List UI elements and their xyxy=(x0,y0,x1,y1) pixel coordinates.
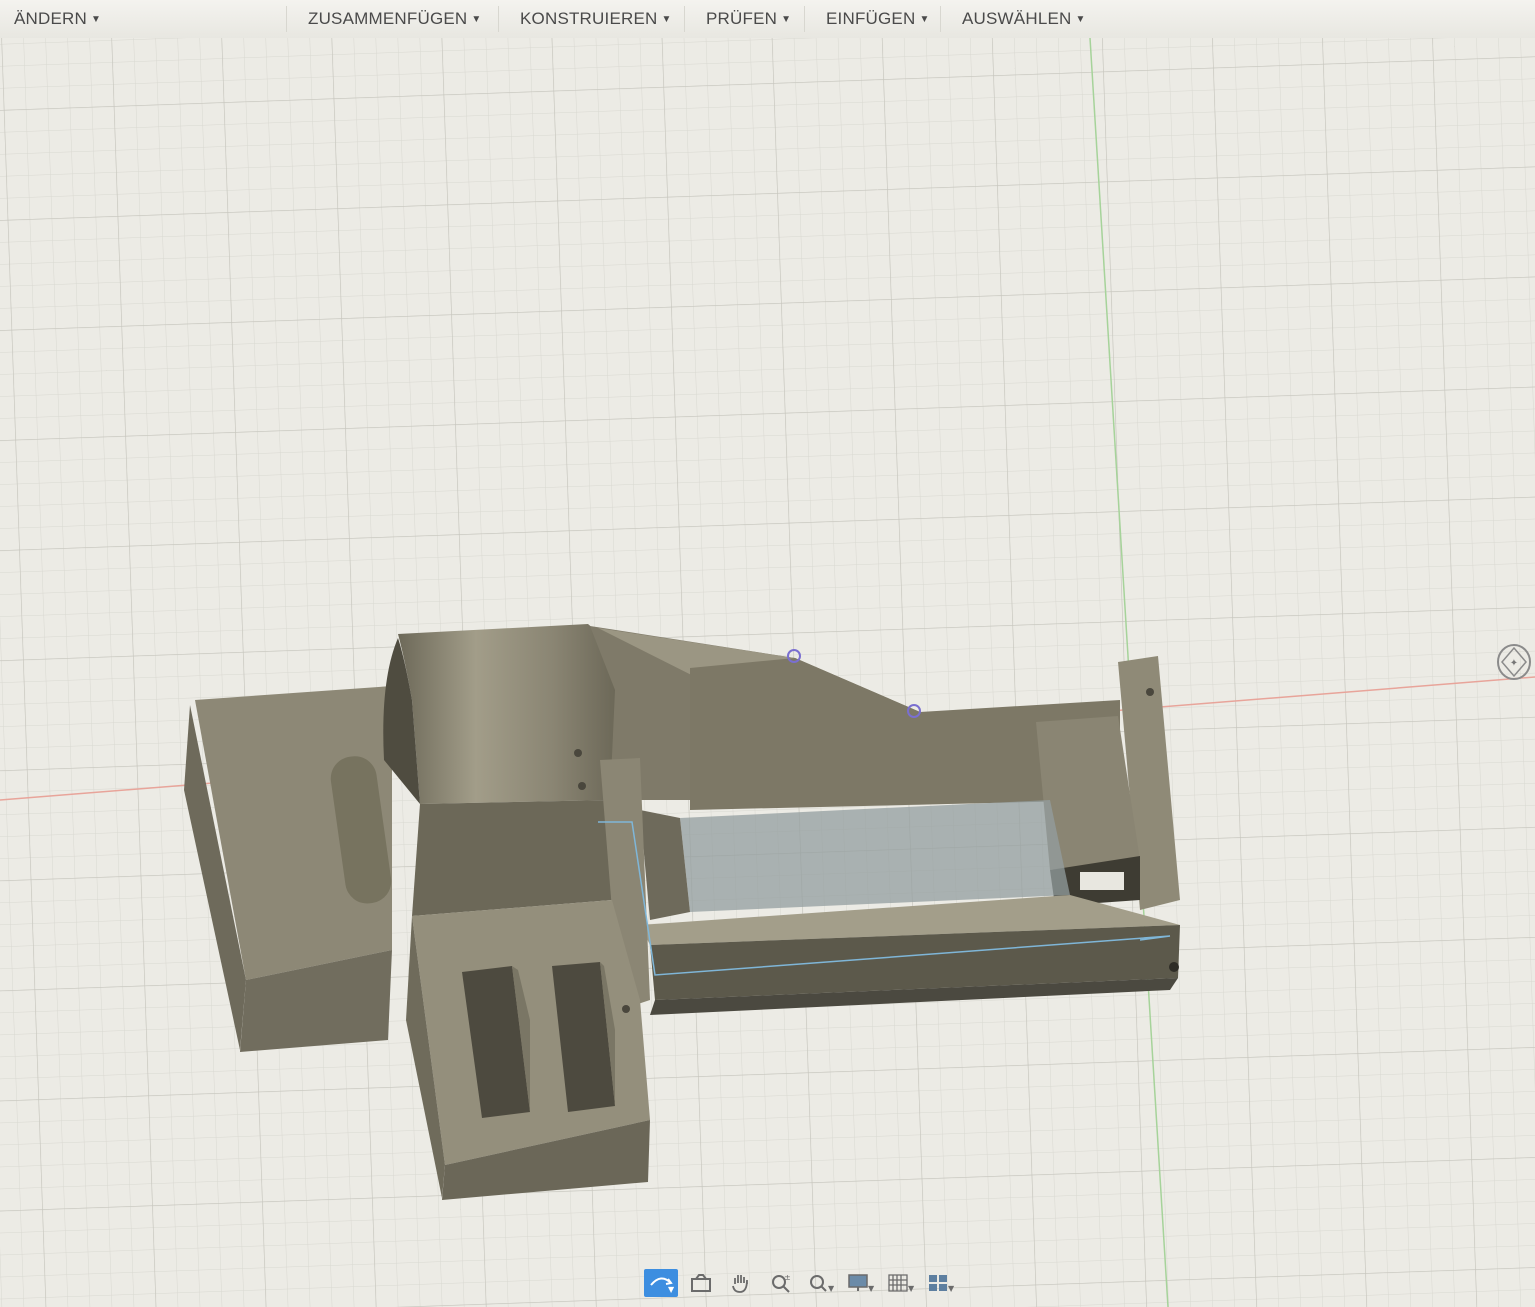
toolbar-divider xyxy=(684,6,685,32)
menu-pruefen[interactable]: PRÜFEN ▼ xyxy=(706,9,791,29)
svg-text:✦: ✦ xyxy=(1510,658,1518,669)
pan-hand-icon xyxy=(732,1275,748,1293)
toolbar-divider xyxy=(286,6,287,32)
center-block xyxy=(412,800,612,916)
grid-settings-button[interactable]: ▼ xyxy=(884,1269,918,1297)
arch-top xyxy=(398,624,620,804)
zoom-button[interactable]: ± xyxy=(764,1269,798,1297)
right-notch-light xyxy=(1080,872,1124,890)
menu-label: KONSTRUIEREN xyxy=(520,9,658,28)
svg-text:▼: ▼ xyxy=(668,1285,674,1293)
menu-label: EINFÜGEN xyxy=(826,9,916,28)
grid-settings-icon: ▼ xyxy=(888,1274,915,1293)
menu-label: PRÜFEN xyxy=(706,9,778,28)
display-settings-button[interactable]: ▼ xyxy=(844,1269,878,1297)
3d-viewport[interactable] xyxy=(0,38,1535,1307)
navigation-bar: ▼ ± ▼ ▼ ▼ ▼ xyxy=(644,1266,958,1300)
zoom-icon: ± xyxy=(772,1273,791,1293)
viewports-icon: ▼ xyxy=(929,1275,955,1293)
vertex-point[interactable] xyxy=(1146,688,1154,696)
menu-label: ÄNDERN xyxy=(14,9,87,28)
menu-zusammenfuegen[interactable]: ZUSAMMENFÜGEN ▼ xyxy=(308,9,482,29)
menu-label: ZUSAMMENFÜGEN xyxy=(308,9,468,28)
menu-einfuegen[interactable]: EINFÜGEN ▼ xyxy=(826,9,930,29)
caret-down-icon: ▼ xyxy=(661,14,672,25)
caret-down-icon: ▼ xyxy=(91,14,102,25)
orbit-button[interactable]: ▼ xyxy=(644,1269,678,1297)
toolbar-divider xyxy=(940,6,941,32)
viewcube-icon[interactable]: ✦ xyxy=(1494,640,1534,684)
vertex-point[interactable] xyxy=(578,782,586,790)
display-settings-icon: ▼ xyxy=(848,1274,875,1293)
main-toolbar: ÄNDERN ▼ ZUSAMMENFÜGEN ▼ KONSTRUIEREN ▼ PRÜ… xyxy=(0,0,1535,39)
svg-text:▼: ▼ xyxy=(908,1284,915,1293)
menu-label: AUSWÄHLEN xyxy=(962,9,1072,28)
tray-floor xyxy=(680,800,1070,912)
toolbar-divider xyxy=(804,6,805,32)
caret-down-icon: ▼ xyxy=(919,14,930,25)
menu-aendern[interactable]: ÄNDERN ▼ xyxy=(14,9,101,29)
svg-text:▼: ▼ xyxy=(828,1284,834,1293)
pan-button[interactable] xyxy=(724,1269,758,1297)
look-at-button[interactable] xyxy=(684,1269,718,1297)
svg-text:▼: ▼ xyxy=(948,1284,955,1293)
zoom-window-icon: ▼ xyxy=(810,1275,834,1293)
vertex-point[interactable] xyxy=(1169,962,1179,972)
vertex-point[interactable] xyxy=(574,749,582,757)
caret-down-icon: ▼ xyxy=(1075,14,1086,25)
caret-down-icon: ▼ xyxy=(471,14,482,25)
look-at-icon xyxy=(691,1274,711,1292)
viewports-button[interactable]: ▼ xyxy=(924,1269,958,1297)
menu-konstruieren[interactable]: KONSTRUIEREN ▼ xyxy=(520,9,672,29)
svg-text:±: ± xyxy=(784,1273,791,1282)
menu-auswaehlen[interactable]: AUSWÄHLEN ▼ xyxy=(962,9,1086,29)
svg-text:▼: ▼ xyxy=(868,1284,875,1293)
toolbar-divider xyxy=(498,6,499,32)
caret-down-icon: ▼ xyxy=(781,14,792,25)
orbit-icon: ▼ xyxy=(650,1277,674,1293)
zoom-window-button[interactable]: ▼ xyxy=(804,1269,838,1297)
vertex-point[interactable] xyxy=(622,1005,630,1013)
